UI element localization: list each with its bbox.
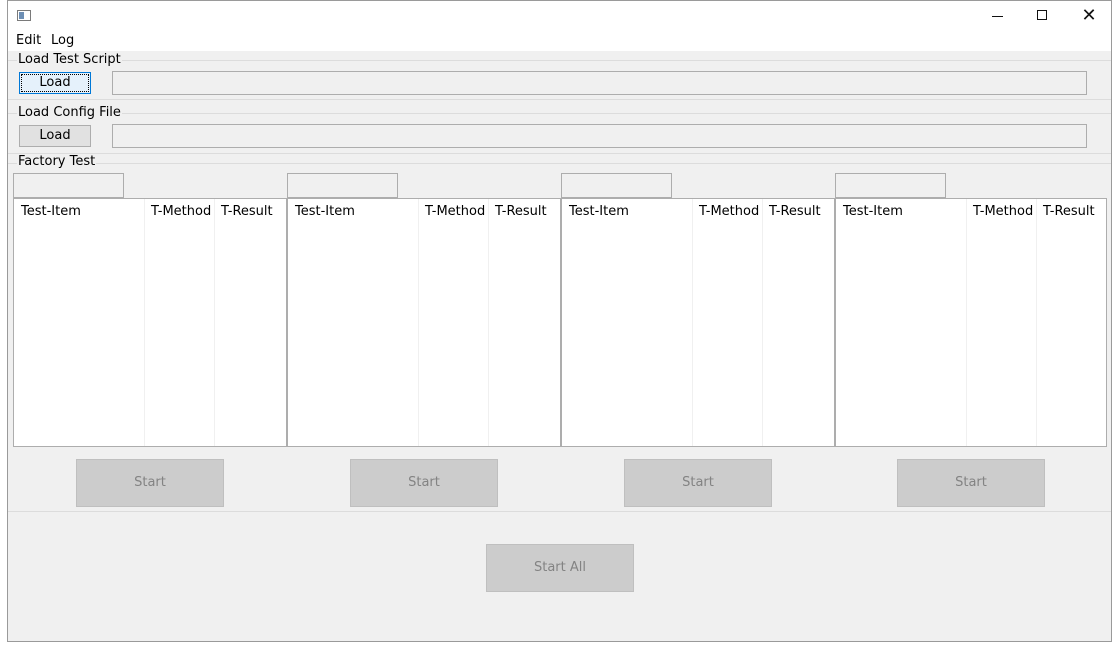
column-t-result: T-Result [489, 199, 561, 446]
close-button[interactable]: ✕ [1066, 1, 1112, 31]
column-header-t-method[interactable]: T-Method [151, 204, 211, 219]
column-t-method: T-Method [419, 199, 489, 446]
column-t-result: T-Result [763, 199, 835, 446]
panel-2-id-field[interactable] [287, 173, 398, 198]
start-all-button[interactable]: Start All [486, 544, 634, 592]
panel-2-start-button[interactable]: Start [350, 459, 498, 507]
column-test-item: Test-Item [288, 199, 419, 446]
close-icon: ✕ [1081, 5, 1097, 26]
load-test-script-label: Load Test Script [17, 52, 122, 67]
column-test-item: Test-Item [14, 199, 145, 446]
column-t-method: T-Method [145, 199, 215, 446]
panel-4-test-table[interactable]: Test-Item T-Method T-Result [835, 198, 1107, 447]
factory-test-label: Factory Test [17, 154, 97, 169]
title-bar[interactable]: ✕ [8, 1, 1111, 31]
column-t-result: T-Result [215, 199, 287, 446]
minimize-button[interactable] [975, 1, 1021, 31]
config-file-path-field[interactable] [112, 124, 1087, 148]
test-script-path-field[interactable] [112, 71, 1087, 95]
load-config-file-button[interactable]: Load [19, 125, 91, 147]
panel-4-start-button[interactable]: Start [897, 459, 1045, 507]
group-separator [8, 163, 1111, 164]
group-separator [8, 511, 1111, 512]
panel-3-start-button[interactable]: Start [624, 459, 772, 507]
column-t-method: T-Method [693, 199, 763, 446]
panel-4-id-field[interactable] [835, 173, 946, 198]
menu-log[interactable]: Log [51, 33, 74, 48]
panel-1-test-table[interactable]: Test-Item T-Method T-Result [13, 198, 287, 447]
column-header-test-item[interactable]: Test-Item [569, 204, 629, 219]
column-t-method: T-Method [967, 199, 1037, 446]
column-header-test-item[interactable]: Test-Item [21, 204, 81, 219]
column-test-item: Test-Item [836, 199, 967, 446]
load-test-script-button[interactable]: Load [19, 72, 91, 94]
column-header-test-item[interactable]: Test-Item [843, 204, 903, 219]
panel-3-test-table[interactable]: Test-Item T-Method T-Result [561, 198, 835, 447]
main-window: ✕ Edit Log Load Test Script Load Load Co… [7, 0, 1112, 642]
minimize-icon [992, 16, 1003, 17]
maximize-icon [1037, 10, 1047, 20]
panel-1-id-field[interactable] [13, 173, 124, 198]
panel-1-start-button[interactable]: Start [76, 459, 224, 507]
app-icon [17, 10, 31, 21]
group-separator [8, 153, 1111, 154]
menu-bar: Edit Log [8, 31, 1111, 51]
column-header-t-result[interactable]: T-Result [221, 204, 273, 219]
maximize-button[interactable] [1020, 1, 1066, 31]
column-header-t-result[interactable]: T-Result [495, 204, 547, 219]
panel-2-test-table[interactable]: Test-Item T-Method T-Result [287, 198, 561, 447]
group-separator [8, 113, 1111, 114]
panel-3-id-field[interactable] [561, 173, 672, 198]
column-header-t-method[interactable]: T-Method [699, 204, 759, 219]
menu-edit[interactable]: Edit [16, 33, 41, 48]
column-header-t-method[interactable]: T-Method [973, 204, 1033, 219]
load-config-file-label: Load Config File [17, 105, 122, 120]
column-header-t-result[interactable]: T-Result [769, 204, 821, 219]
column-t-result: T-Result [1037, 199, 1109, 446]
column-header-test-item[interactable]: Test-Item [295, 204, 355, 219]
column-test-item: Test-Item [562, 199, 693, 446]
group-separator [8, 60, 1111, 61]
group-separator [8, 99, 1111, 100]
column-header-t-method[interactable]: T-Method [425, 204, 485, 219]
column-header-t-result[interactable]: T-Result [1043, 204, 1095, 219]
